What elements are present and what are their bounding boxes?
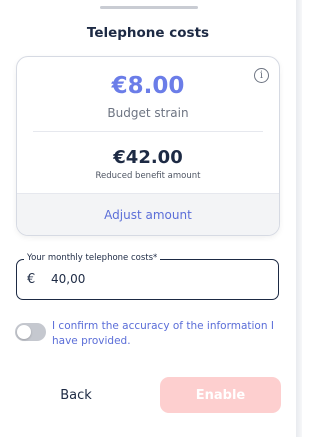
back-button[interactable]: Back [30,377,122,413]
sheet-drag-handle[interactable] [100,6,198,9]
phone-cost-field[interactable]: Your monthly telephone costs* € [16,253,279,300]
phone-cost-field-label: Your monthly telephone costs* [24,253,161,263]
reduced-benefit-label: Reduced benefit amount [95,171,201,181]
enable-button[interactable]: Enable [160,377,281,413]
page-title: Telephone costs [86,25,210,41]
confirm-toggle[interactable] [15,323,46,341]
budget-strain-label: Budget strain [107,106,189,120]
summary-card: i €8.00 Budget strain €42.00 Reduced ben… [16,56,280,236]
currency-symbol: € [27,272,36,287]
phone-cost-input[interactable] [51,268,251,290]
adjust-amount-button[interactable]: Adjust amount [17,193,279,235]
reduced-benefit-amount: €42.00 [113,147,183,168]
divider [33,131,263,132]
confirm-text[interactable]: I confirm the accuracy of the informatio… [52,319,282,349]
toggle-knob [17,325,31,339]
bottom-sheet: Telephone costs i €8.00 Budget strain €4… [0,0,297,437]
edge-shadow [296,0,302,437]
budget-strain-amount: €8.00 [111,73,185,99]
